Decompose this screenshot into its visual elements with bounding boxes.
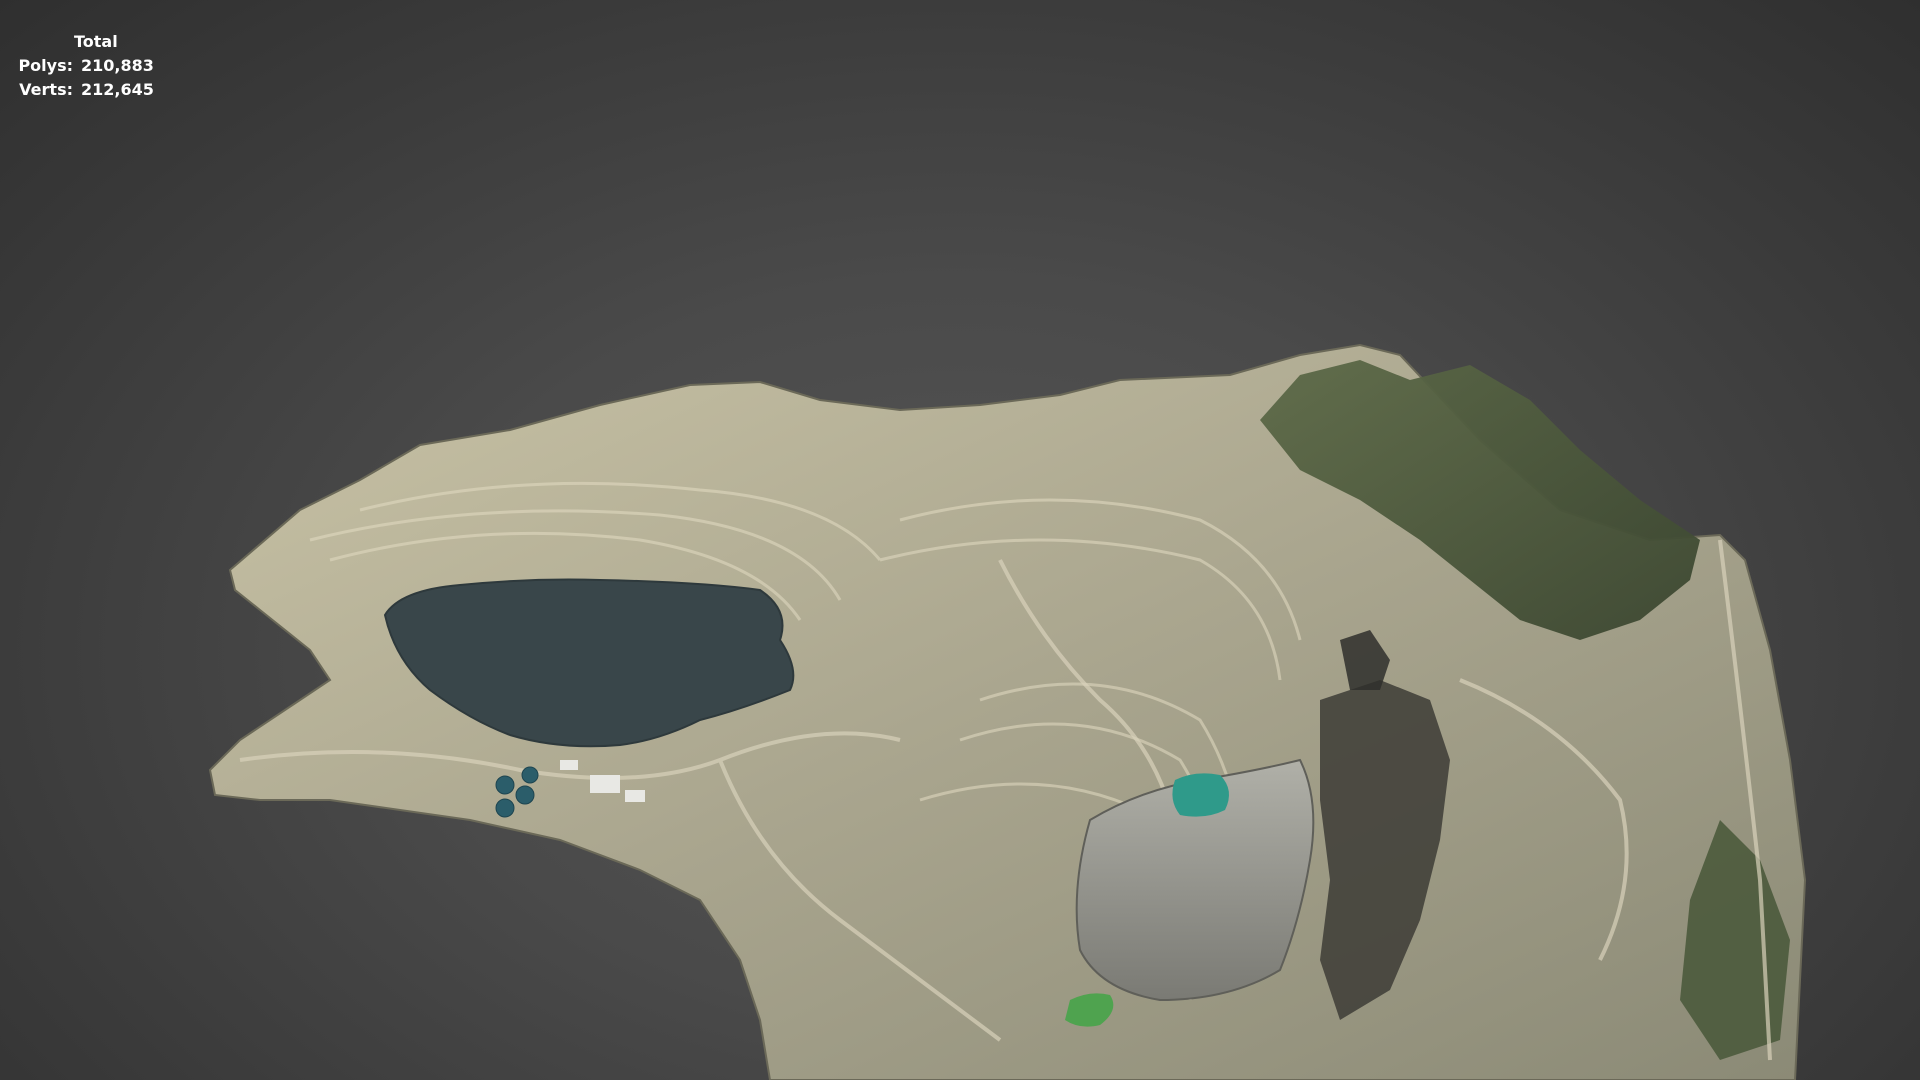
terrain-mesh-model[interactable]	[0, 0, 1920, 1080]
stats-title: Total	[74, 32, 118, 51]
stats-row-verts: Verts: 212,645	[13, 78, 154, 102]
teal-pond	[1172, 773, 1229, 817]
3d-viewport[interactable]: Total Polys: 210,883 Verts: 212,645	[0, 0, 1920, 1080]
poly-stats-overlay: Total Polys: 210,883 Verts: 212,645	[13, 30, 154, 102]
verts-value: 212,645	[81, 80, 154, 99]
polys-value: 210,883	[81, 56, 154, 75]
verts-label: Verts:	[19, 80, 73, 99]
polys-label: Polys:	[18, 56, 73, 75]
stats-row-polys: Polys: 210,883	[13, 54, 154, 78]
